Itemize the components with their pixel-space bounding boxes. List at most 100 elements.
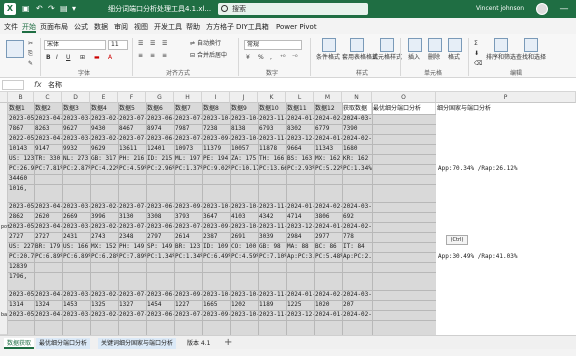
sheet-tab-best-port[interactable]: 最优细分端口分析: [36, 338, 91, 349]
delete-button[interactable]: 删除: [428, 54, 440, 62]
country-code-cell[interactable]: BC: 86: [314, 242, 342, 252]
extra-value-cell[interactable]: 1796,: [8, 272, 48, 282]
align-top-icon[interactable]: ☰: [138, 40, 143, 48]
date-cell[interactable]: 2024-01-0: [314, 310, 342, 320]
tab-fangfang[interactable]: 方方格子: [206, 21, 234, 33]
date-cell[interactable]: 2023-05-0: [8, 222, 34, 232]
date-cell[interactable]: 2023-07-0: [174, 310, 202, 320]
date-cell[interactable]: 2023-03-0: [62, 114, 90, 124]
percent-cell[interactable]: Ap:PC:2.21%: [342, 252, 372, 262]
date-cell[interactable]: 2023-10-0: [230, 134, 258, 144]
value-cell[interactable]: 8302: [286, 124, 314, 134]
clear-icon[interactable]: ⌫: [474, 60, 482, 68]
add-sheet-button[interactable]: +: [224, 337, 232, 349]
date-cell[interactable]: 2023-10-0: [202, 290, 230, 300]
country-code-cell[interactable]: ID: 109: [202, 242, 230, 252]
date-cell[interactable]: 2023-03-0: [62, 310, 90, 320]
header-cell[interactable]: 数据4: [91, 103, 117, 114]
borders-icon[interactable]: ⊞: [80, 54, 85, 62]
value-cell[interactable]: 2620: [34, 212, 62, 222]
date-cell[interactable]: 2023-03-0: [62, 134, 90, 144]
header-cell[interactable]: 细分国家与端口分析: [437, 103, 575, 114]
formula-input[interactable]: 名称: [48, 80, 62, 90]
value-cell[interactable]: 7390: [342, 124, 372, 134]
tab-help[interactable]: 帮助: [186, 21, 200, 33]
date-cell[interactable]: 2023-04-0: [34, 202, 62, 212]
conditional-format-icon[interactable]: [322, 38, 336, 52]
date-cell[interactable]: 2023-11-0: [258, 290, 286, 300]
minimize-button[interactable]: —: [556, 2, 572, 16]
column-header[interactable]: C: [34, 92, 62, 103]
percent-cell[interactable]: PC:9.02%: [202, 164, 230, 174]
percent-button[interactable]: %: [258, 54, 264, 62]
header-cell[interactable]: 获取数据: [343, 103, 371, 114]
value-cell[interactable]: 1665: [202, 300, 230, 310]
date-cell[interactable]: 2023-02-0: [90, 134, 118, 144]
percent-cell[interactable]: PC:7.81%: [34, 164, 62, 174]
paste-icon[interactable]: [6, 40, 24, 58]
header-cell[interactable]: 数据8: [203, 103, 229, 114]
date-cell[interactable]: 2022-05-0: [8, 134, 34, 144]
date-cell[interactable]: 2023-02-0: [90, 310, 118, 320]
country-code-cell[interactable]: PH: 149: [118, 242, 146, 252]
merge-center-button[interactable]: ⊟ 合并后居中: [190, 52, 227, 60]
value-cell[interactable]: 1327: [118, 300, 146, 310]
percent-cell[interactable]: PC:1.34%: [174, 252, 202, 262]
date-cell[interactable]: 2023-11-0: [258, 222, 286, 232]
percent-cell[interactable]: PC:20.73%: [8, 252, 34, 262]
date-cell[interactable]: 2023-06-0: [146, 290, 174, 300]
value-cell[interactable]: 2862: [8, 212, 34, 222]
date-cell[interactable]: 2023-03-0: [62, 202, 90, 212]
date-cell[interactable]: 2024-01-0: [286, 202, 314, 212]
value-cell[interactable]: 6779: [314, 124, 342, 134]
value-cell[interactable]: 2691: [230, 232, 258, 242]
value-cell[interactable]: 4714: [286, 212, 314, 222]
value-cell[interactable]: 2387: [202, 232, 230, 242]
date-cell[interactable]: 2023-10-0: [230, 222, 258, 232]
bold-button[interactable]: B: [46, 54, 51, 62]
tab-review[interactable]: 审阅: [114, 21, 128, 33]
date-cell[interactable]: 2023-07-0: [118, 202, 146, 212]
country-code-cell[interactable]: NL: 273: [62, 154, 90, 164]
date-cell[interactable]: 2023-10-0: [230, 202, 258, 212]
value-cell[interactable]: 9430: [90, 124, 118, 134]
percent-cell[interactable]: PC:26.94%: [8, 164, 34, 174]
insert-icon[interactable]: [408, 38, 422, 52]
date-cell[interactable]: 2023-05-0: [8, 310, 34, 320]
date-cell[interactable]: 2024-02-0: [342, 310, 372, 320]
cell-style-button[interactable]: 单元格样式: [372, 54, 402, 62]
date-cell[interactable]: 2023-09-0: [202, 310, 230, 320]
value-cell[interactable]: 2669: [62, 212, 90, 222]
tab-developer[interactable]: 开发工具: [154, 21, 182, 33]
undo-icon[interactable]: ↶: [36, 3, 43, 15]
date-cell[interactable]: 2023-02-0: [90, 290, 118, 300]
date-cell[interactable]: 2023-10-0: [230, 114, 258, 124]
value-cell[interactable]: 9629: [90, 144, 118, 154]
name-box[interactable]: [2, 80, 24, 90]
tab-diy-toolbox[interactable]: DIY工具箱: [236, 21, 269, 33]
sort-filter-button[interactable]: 排序和筛选: [486, 54, 516, 62]
autosum-icon[interactable]: Σ: [474, 40, 478, 48]
value-cell[interactable]: 692: [342, 212, 372, 222]
find-select-icon[interactable]: [524, 38, 538, 52]
percent-cell[interactable]: PC:4.59%: [118, 164, 146, 174]
date-cell[interactable]: 2023-11-0: [258, 114, 286, 124]
country-code-cell[interactable]: MA: 88: [286, 242, 314, 252]
date-cell[interactable]: 2023-10-0: [202, 114, 230, 124]
save-icon[interactable]: ▣: [22, 3, 30, 15]
date-cell[interactable]: 2023-07-0: [118, 310, 146, 320]
percent-cell[interactable]: PC:6.28%: [90, 252, 118, 262]
date-cell[interactable]: 2023-07-0: [118, 114, 146, 124]
date-cell[interactable]: 2024-03-0: [342, 114, 372, 124]
align-left-icon[interactable]: ≡: [138, 52, 143, 60]
value-cell[interactable]: 3308: [146, 212, 174, 222]
percent-cell[interactable]: PC:4.59%: [230, 252, 258, 262]
country-code-cell[interactable]: TR: 330: [34, 154, 62, 164]
country-code-cell[interactable]: KR: 162: [342, 154, 372, 164]
value-cell[interactable]: 3996: [90, 212, 118, 222]
country-code-cell[interactable]: SP: 149: [146, 242, 174, 252]
italic-button[interactable]: I: [56, 54, 58, 62]
country-code-cell[interactable]: ML: 197: [174, 154, 202, 164]
sheet-tab-data[interactable]: 数据获取: [4, 338, 35, 349]
value-cell[interactable]: 4342: [258, 212, 286, 222]
